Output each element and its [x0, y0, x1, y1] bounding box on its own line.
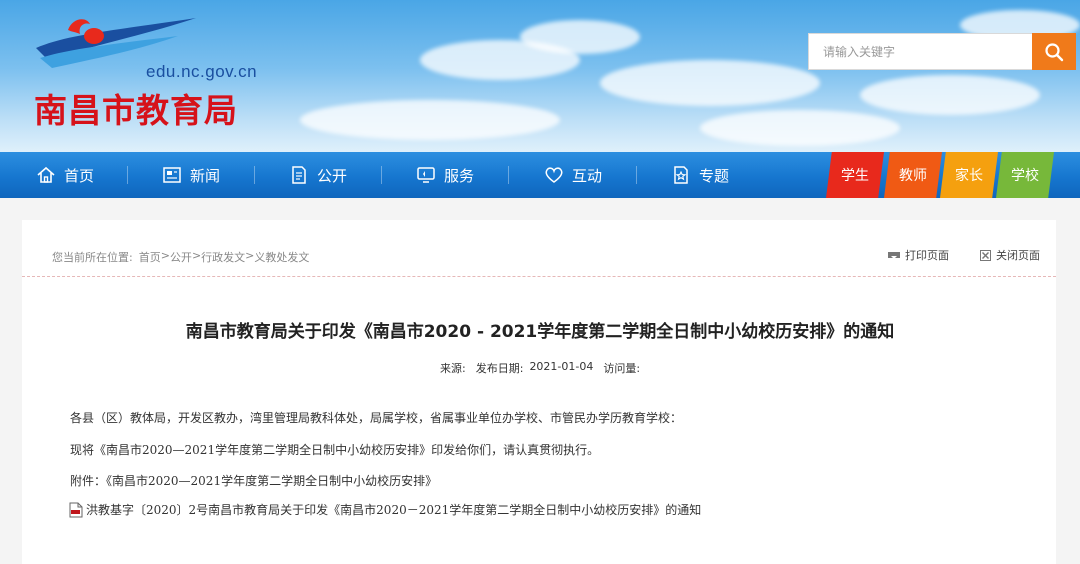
article-meta: 来源: 发布日期: 2021-01-04 访问量: [440, 360, 640, 376]
document-icon [289, 165, 309, 185]
pdf-file-icon [69, 502, 83, 517]
nav-item-interact[interactable]: 互动 [544, 152, 602, 198]
site-domain: edu.nc.gov.cn [146, 62, 258, 81]
nav-item-service[interactable]: 服务 [416, 152, 474, 198]
breadcrumb-separator: > [191, 249, 202, 262]
nav-item-topic[interactable]: 专题 [671, 152, 729, 198]
close-icon [980, 249, 991, 261]
nav-label: 新闻 [190, 166, 221, 185]
breadcrumb: 您当前所在位置: 首页 > 公开 > 行政发文 > 义教处发文 [52, 249, 309, 265]
search-icon [1045, 42, 1064, 61]
nav-item-news[interactable]: 新闻 [162, 152, 220, 198]
nav-label: 公开 [317, 166, 348, 185]
breadcrumb-separator: > [245, 249, 255, 262]
attachment-link[interactable]: 洪教基字〔2020〕2号南昌市教育局关于印发《南昌市2020－2021学年度第二… [68, 501, 701, 518]
views-label: 访问量: [603, 362, 641, 375]
article-paragraph: 各县（区）教体局，开发区教办，湾里管理局教科体处，局属学校，省属事业单位办学校、… [70, 411, 683, 425]
nav-label: 互动 [572, 166, 603, 185]
print-label: 打印页面 [905, 249, 949, 262]
publish-date: 2021-01-04 [529, 360, 594, 373]
site-name: 南昌市教育局 [34, 91, 238, 130]
role-tab-student[interactable]: 学生 [826, 152, 884, 198]
nav-divider [254, 166, 255, 184]
nav-item-home[interactable]: 首页 [36, 152, 94, 198]
nav-divider [508, 166, 509, 184]
article-paragraph: 现将《南昌市2020—2021学年度第二学期全日制中小幼校历安排》印发给你们，请… [70, 443, 600, 457]
breadcrumb-public[interactable]: 公开 [170, 249, 192, 265]
print-icon [888, 252, 900, 259]
role-tab-teacher[interactable]: 教师 [884, 152, 942, 198]
breadcrumb-prefix: 您当前所在位置: [52, 251, 133, 264]
breadcrumb-admin-docs[interactable]: 行政发文 [201, 249, 245, 265]
home-icon [36, 165, 56, 185]
article-title: 南昌市教育局关于印发《南昌市2020 - 2021学年度第二学期全日制中小幼校历… [185, 322, 895, 342]
date-label: 发布日期: [475, 362, 524, 375]
breadcrumb-separator: > [160, 249, 170, 262]
site-logo[interactable]: edu.nc.gov.cn 南昌市教育局 [28, 14, 268, 130]
nav-label: 首页 [64, 166, 95, 185]
breadcrumb-home[interactable]: 首页 [139, 249, 161, 265]
role-tab-parent[interactable]: 家长 [940, 152, 998, 198]
source-label: 来源: [440, 362, 466, 375]
search-input[interactable]: 请输入关键字 [808, 33, 1032, 70]
news-icon [162, 165, 182, 185]
nav-item-public[interactable]: 公开 [289, 152, 347, 198]
monitor-icon [416, 165, 436, 185]
search-button[interactable] [1032, 33, 1076, 70]
nav-label: 服务 [444, 166, 475, 185]
header-divider [22, 276, 1056, 277]
close-label: 关闭页面 [996, 249, 1040, 262]
breadcrumb-current[interactable]: 义教处发文 [254, 249, 309, 265]
nav-divider [381, 166, 382, 184]
close-page-button[interactable]: 关闭页面 [980, 247, 1040, 263]
role-tab-school[interactable]: 学校 [996, 152, 1054, 198]
print-page-button[interactable]: 打印页面 [888, 247, 949, 263]
heart-icon [544, 165, 564, 185]
star-doc-icon [671, 165, 691, 185]
nav-divider [127, 166, 128, 184]
nav-label: 专题 [699, 166, 730, 185]
nav-divider [636, 166, 637, 184]
attachment-title: 洪教基字〔2020〕2号南昌市教育局关于印发《南昌市2020－2021学年度第二… [86, 503, 702, 517]
article-paragraph: 附件：《南昌市2020—2021学年度第二学期全日制中小幼校历安排》 [70, 474, 438, 488]
